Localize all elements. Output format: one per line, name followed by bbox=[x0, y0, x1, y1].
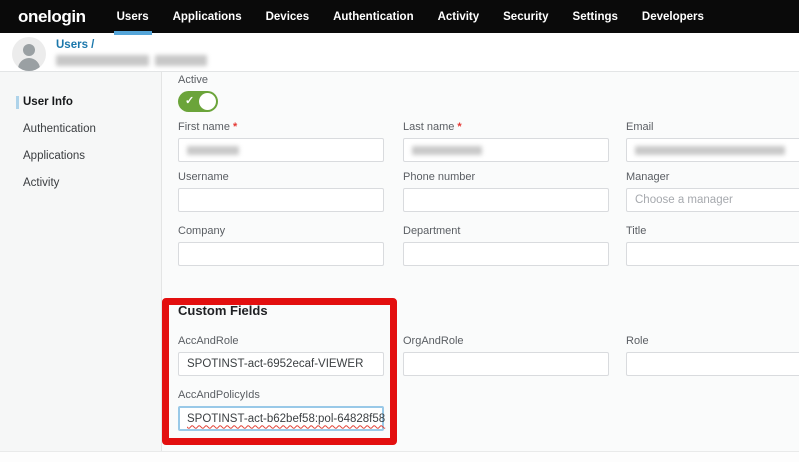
username-label: Username bbox=[178, 171, 384, 184]
phone-field-group: Phone number bbox=[403, 171, 609, 212]
department-field-group: Department bbox=[403, 225, 609, 266]
avatar-shoulders-shape bbox=[18, 58, 40, 71]
first-name-field-group: First name* bbox=[178, 121, 384, 162]
sidebar-item-label: Applications bbox=[23, 150, 85, 162]
accandrole-label: AccAndRole bbox=[178, 335, 384, 348]
user-avatar-icon bbox=[12, 37, 46, 71]
nav-item-applications[interactable]: Applications bbox=[161, 0, 254, 33]
username-input[interactable] bbox=[178, 188, 384, 212]
redacted-value bbox=[412, 146, 482, 155]
sidebar-item-label: User Info bbox=[23, 96, 73, 108]
company-input[interactable] bbox=[178, 242, 384, 266]
sidebar-item-applications[interactable]: Applications bbox=[0, 143, 161, 170]
first-name-input[interactable] bbox=[178, 138, 384, 162]
nav-item-label: Devices bbox=[266, 11, 309, 23]
sidebar: User Info Authentication Applications Ac… bbox=[0, 72, 162, 462]
breadcrumb-users-link[interactable]: Users / bbox=[56, 39, 94, 51]
nav-item-settings[interactable]: Settings bbox=[561, 0, 630, 33]
nav-item-label: Developers bbox=[642, 11, 704, 23]
last-name-input[interactable] bbox=[403, 138, 609, 162]
nav-item-label: Activity bbox=[438, 11, 480, 23]
required-marker: * bbox=[457, 121, 461, 133]
redacted-text-block bbox=[155, 55, 207, 66]
nav-item-devices[interactable]: Devices bbox=[254, 0, 321, 33]
sidebar-item-activity[interactable]: Activity bbox=[0, 170, 161, 197]
phone-number-input[interactable] bbox=[403, 188, 609, 212]
sidebar-nav: User Info Authentication Applications Ac… bbox=[0, 72, 161, 197]
email-input[interactable] bbox=[626, 138, 799, 162]
company-field-group: Company bbox=[178, 225, 384, 266]
active-tab-underline bbox=[114, 31, 152, 35]
organdrole-label: OrgAndRole bbox=[403, 335, 609, 348]
accandrole-input[interactable] bbox=[178, 352, 384, 376]
active-label: Active bbox=[178, 74, 384, 87]
accandpolicyids-field-group: AccAndPolicyIds SPOTINST-act-b62bef58:po… bbox=[178, 389, 384, 431]
label-text: First name bbox=[178, 121, 230, 133]
sidebar-item-label: Activity bbox=[23, 177, 59, 189]
sidebar-item-user-info[interactable]: User Info bbox=[0, 89, 161, 116]
nav-item-authentication[interactable]: Authentication bbox=[321, 0, 426, 33]
nav-item-users[interactable]: Users bbox=[105, 0, 161, 33]
nav-item-label: Security bbox=[503, 11, 548, 23]
user-info-form: Active ✓ First name* Last name* Email Us… bbox=[162, 72, 799, 462]
top-nav: onelogin Users Applications Devices Auth… bbox=[0, 0, 799, 33]
custom-fields-heading: Custom Fields bbox=[178, 303, 268, 318]
accandrole-field-group: AccAndRole bbox=[178, 335, 384, 376]
last-name-field-group: Last name* bbox=[403, 121, 609, 162]
organdrole-field-group: OrgAndRole bbox=[403, 335, 609, 376]
nav-item-label: Authentication bbox=[333, 11, 414, 23]
user-name-redacted bbox=[56, 55, 207, 66]
sidebar-item-authentication[interactable]: Authentication bbox=[0, 116, 161, 143]
role-input[interactable] bbox=[626, 352, 799, 376]
title-field-group: Title bbox=[626, 225, 799, 266]
redacted-value bbox=[187, 146, 239, 155]
accandpolicyids-label: AccAndPolicyIds bbox=[178, 389, 384, 402]
toggle-knob bbox=[199, 93, 216, 110]
email-label: Email bbox=[626, 121, 799, 134]
accandpolicyids-value: SPOTINST-act-b62bef58:pol-64828f58 bbox=[187, 413, 385, 425]
department-input[interactable] bbox=[403, 242, 609, 266]
check-icon: ✓ bbox=[185, 94, 194, 107]
avatar-head-shape bbox=[23, 44, 35, 56]
username-field-group: Username bbox=[178, 171, 384, 212]
label-text: Last name bbox=[403, 121, 454, 133]
nav-item-security[interactable]: Security bbox=[491, 0, 560, 33]
manager-input[interactable] bbox=[626, 188, 799, 212]
nav-item-label: Users bbox=[117, 11, 149, 23]
active-toggle[interactable]: ✓ bbox=[178, 91, 218, 112]
phone-number-label: Phone number bbox=[403, 171, 609, 184]
manager-field-group: Manager bbox=[626, 171, 799, 212]
title-label: Title bbox=[626, 225, 799, 238]
nav-item-activity[interactable]: Activity bbox=[426, 0, 492, 33]
onelogin-logo: onelogin bbox=[18, 7, 86, 27]
email-field-group: Email bbox=[626, 121, 799, 162]
active-item-indicator bbox=[16, 96, 19, 109]
organdrole-input[interactable] bbox=[403, 352, 609, 376]
title-input[interactable] bbox=[626, 242, 799, 266]
page-header: Users / bbox=[0, 33, 799, 72]
company-label: Company bbox=[178, 225, 384, 238]
manager-label: Manager bbox=[626, 171, 799, 184]
redacted-text-block bbox=[56, 55, 149, 66]
nav-item-label: Settings bbox=[573, 11, 618, 23]
accandpolicyids-input[interactable]: SPOTINST-act-b62bef58:pol-64828f58 bbox=[178, 406, 384, 431]
bottom-edge-strip bbox=[0, 451, 799, 462]
required-marker: * bbox=[233, 121, 237, 133]
first-name-label: First name* bbox=[178, 121, 384, 134]
role-label: Role bbox=[626, 335, 799, 348]
active-field-group: Active ✓ bbox=[178, 74, 384, 112]
last-name-label: Last name* bbox=[403, 121, 609, 134]
nav-item-developers[interactable]: Developers bbox=[630, 0, 716, 33]
sidebar-item-label: Authentication bbox=[23, 123, 96, 135]
department-label: Department bbox=[403, 225, 609, 238]
nav-item-label: Applications bbox=[173, 11, 242, 23]
redacted-value bbox=[635, 146, 785, 155]
role-field-group: Role bbox=[626, 335, 799, 376]
nav-menu: Users Applications Devices Authenticatio… bbox=[105, 0, 716, 33]
